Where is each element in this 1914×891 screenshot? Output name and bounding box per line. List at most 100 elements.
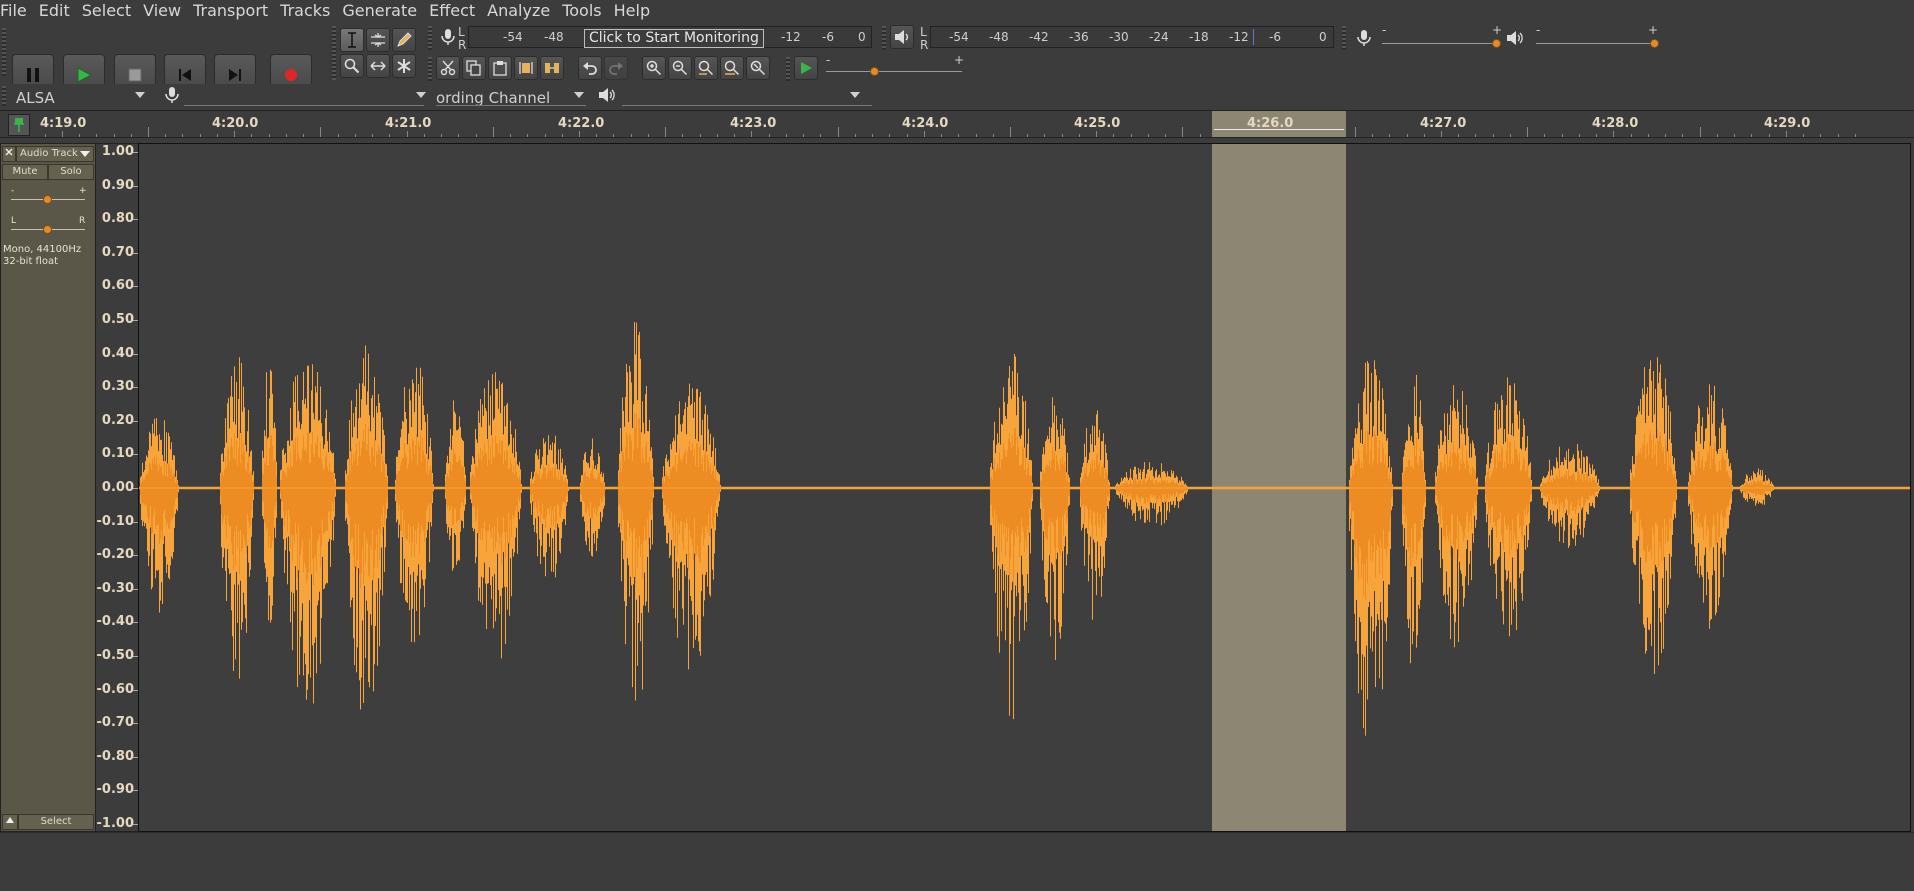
menu-help[interactable]: Help (608, 1, 656, 21)
speaker-icon (1507, 31, 1523, 45)
zoom-tool-button[interactable] (340, 54, 364, 78)
redo-button[interactable] (604, 56, 628, 80)
meter-right-label: R (920, 38, 929, 52)
empty-track-area[interactable] (0, 832, 1914, 891)
ruler-tick (1320, 134, 1322, 137)
collapse-track-button[interactable] (2, 814, 18, 830)
solo-button[interactable]: Solo (48, 164, 94, 180)
ruler-tick (354, 134, 356, 137)
chevron-down-icon[interactable] (574, 92, 584, 98)
playback-volume-slider[interactable] (1536, 43, 1654, 44)
ruler-tick (1647, 134, 1649, 137)
menu-view[interactable]: View (137, 1, 187, 21)
cut-button[interactable] (436, 56, 460, 80)
draw-tool-button[interactable] (392, 28, 416, 52)
menu-effect[interactable]: Effect (423, 1, 481, 21)
recording-channels-select[interactable]: ording Channel (436, 84, 586, 106)
gain-min-label: - (11, 186, 15, 196)
play-at-speed-button[interactable] (794, 56, 818, 80)
track-name-menu[interactable]: Audio Track (16, 146, 94, 162)
toolbar-grip[interactable] (2, 86, 6, 106)
menu-transport[interactable]: Transport (187, 1, 274, 21)
microphone-icon (165, 87, 179, 103)
meter-tick: -6 (822, 30, 834, 44)
selection-tool-button[interactable] (340, 28, 364, 52)
microphone-icon (1357, 30, 1371, 46)
fit-selection-button[interactable] (694, 56, 718, 80)
playback-meter[interactable]: -54 -48 -42 -36 -30 -24 -18 -12 -6 0 (930, 26, 1334, 48)
envelope-tool-button[interactable] (366, 28, 390, 52)
ruler-tick (1578, 134, 1580, 137)
gain-knob[interactable] (43, 195, 52, 204)
trim-audio-button[interactable] (514, 56, 538, 80)
ruler-tick (1147, 134, 1149, 137)
ruler-tick (665, 127, 667, 137)
select-track-button[interactable]: Select (18, 814, 94, 830)
menu-tools[interactable]: Tools (556, 1, 607, 21)
ruler-tick (1544, 134, 1546, 137)
toolbar-grip[interactable] (428, 26, 432, 50)
ruler-tick (837, 127, 839, 137)
silence-audio-button[interactable] (540, 56, 564, 80)
menu-bar: File Edit Select View Transport Tracks G… (0, 0, 1914, 21)
audio-host-select[interactable]: ALSA (16, 84, 146, 106)
ruler-tick (889, 134, 891, 137)
mute-button[interactable]: Mute (2, 164, 48, 180)
ruler-tick (1337, 134, 1339, 137)
playback-device-select[interactable] (622, 84, 872, 106)
chevron-down-icon[interactable] (850, 92, 860, 98)
playspeed-slider[interactable] (826, 71, 962, 72)
timeline-ruler[interactable]: 4:19.0 4:20.0 4:21.0 4:22.0 4:23.0 4:24.… (0, 110, 1914, 138)
record-volume-slider[interactable] (1382, 43, 1496, 44)
toolbar-grip[interactable] (786, 57, 790, 81)
menu-edit[interactable]: Edit (33, 1, 76, 21)
playback-volume-knob[interactable] (1650, 39, 1659, 48)
menu-select[interactable]: Select (76, 1, 137, 21)
amplitude-ruler[interactable]: 1.00 0.90 0.80 0.70 0.60 0.50 0.40 0.30 0.20 0.10… (96, 143, 138, 832)
chevron-down-icon[interactable] (135, 92, 145, 98)
toolbar-grip[interactable] (1342, 26, 1346, 50)
zoom-toggle-button[interactable] (746, 56, 770, 80)
ruler-tick (1078, 134, 1080, 137)
record-meter-button[interactable] (436, 25, 460, 49)
paste-button[interactable] (488, 56, 512, 80)
ruler-tick (1458, 134, 1460, 137)
ruler-tick (1389, 134, 1391, 137)
toolbar-grip[interactable] (428, 57, 432, 81)
meter-left-label: L (920, 25, 927, 39)
recording-device-select[interactable] (184, 84, 424, 106)
waveform-svg[interactable] (139, 144, 1911, 831)
pan-knob[interactable] (43, 225, 52, 234)
ruler-tick (1027, 134, 1029, 137)
playspeed-knob[interactable] (870, 67, 879, 76)
ruler-tick (992, 134, 994, 137)
peak-marker (1253, 29, 1254, 45)
zoom-out-button[interactable] (668, 56, 692, 80)
menu-tracks[interactable]: Tracks (274, 1, 336, 21)
menu-generate[interactable]: Generate (336, 1, 423, 21)
amplitude-label: 0.80 (101, 211, 134, 227)
chevron-down-icon[interactable] (416, 92, 426, 98)
menu-analyze[interactable]: Analyze (481, 1, 556, 21)
toolbar-grip[interactable] (332, 26, 336, 80)
ruler-tick (234, 131, 236, 137)
zoom-in-button[interactable] (642, 56, 666, 80)
meter-tick: -36 (1069, 30, 1089, 44)
pin-playhead-button[interactable] (8, 114, 30, 136)
meter-tick: -12 (781, 30, 801, 44)
close-track-button[interactable] (2, 146, 16, 162)
multi-tool-button[interactable] (392, 54, 416, 78)
amplitude-label: 0.30 (101, 379, 134, 395)
toolbar-grip[interactable] (882, 26, 886, 50)
playback-meter-button[interactable] (890, 25, 914, 49)
record-volume-knob[interactable] (1492, 39, 1501, 48)
time-shift-tool-button[interactable] (366, 54, 390, 78)
copy-button[interactable] (462, 56, 486, 80)
meter-tick: 0 (858, 30, 866, 44)
waveform-area[interactable] (138, 143, 1911, 832)
toolbar-grip[interactable] (2, 28, 6, 76)
undo-button[interactable] (578, 56, 602, 80)
amplitude-label: 1.00 (101, 144, 134, 159)
fit-project-button[interactable] (720, 56, 744, 80)
menu-file[interactable]: File (0, 1, 33, 21)
